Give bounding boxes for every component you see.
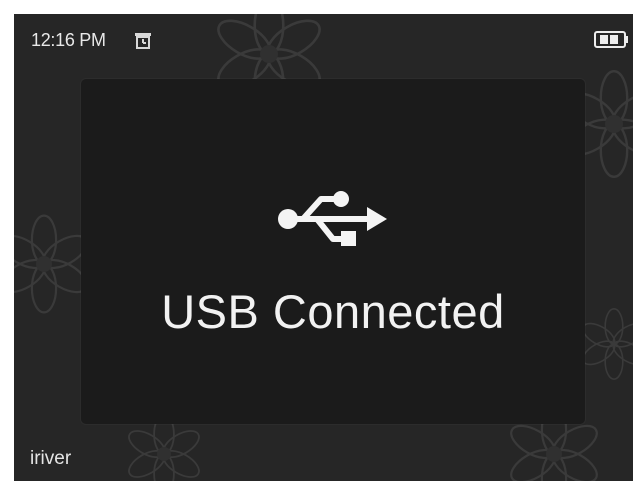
usb-connected-dialog: USB Connected <box>81 79 585 424</box>
brand-label: iriver <box>30 448 72 469</box>
status-bar: 12:16 PM <box>14 14 633 64</box>
device-screen: 12:16 PM USB Connected iriver <box>14 14 633 481</box>
usb-connected-message: USB Connected <box>161 285 505 338</box>
usb-icon <box>278 191 387 246</box>
alarm-clock-icon <box>135 33 151 49</box>
battery-icon <box>594 31 628 48</box>
clock-time: 12:16 PM <box>31 30 106 50</box>
